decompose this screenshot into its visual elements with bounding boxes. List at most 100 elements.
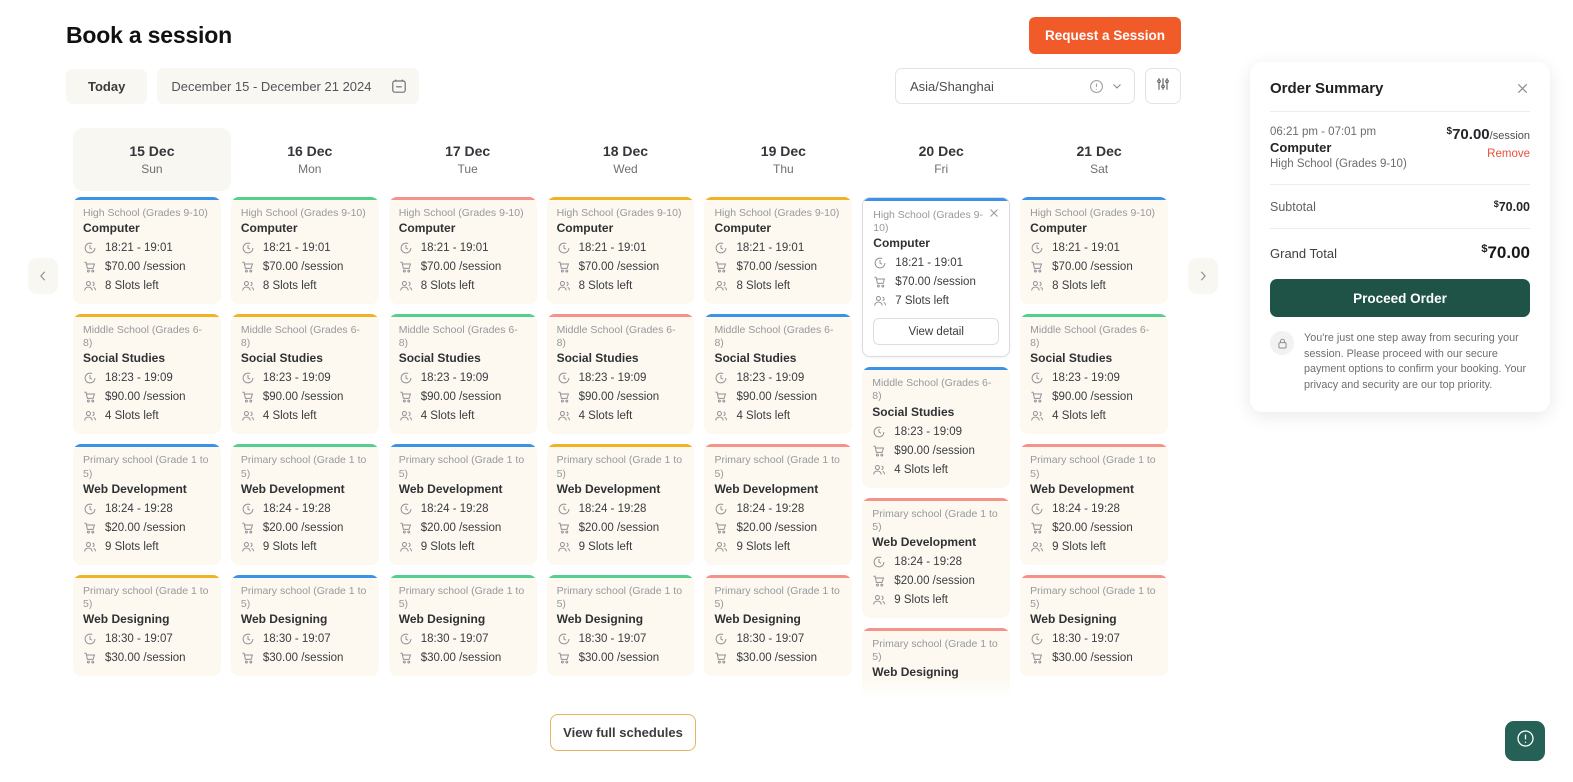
card-slots: 8 Slots left: [263, 280, 317, 292]
day-weekday: Sun: [141, 162, 162, 176]
timezone-select[interactable]: Asia/Shanghai: [895, 68, 1135, 104]
card-time-row: 18:24 - 19:28: [714, 502, 842, 516]
cart-icon: [241, 521, 255, 535]
card-accent-bar: [389, 197, 537, 200]
card-slots: 9 Slots left: [736, 541, 790, 553]
users-icon: [872, 463, 886, 477]
remove-item-link[interactable]: Remove: [1447, 148, 1530, 160]
request-session-button[interactable]: Request a Session: [1029, 17, 1181, 54]
clock-icon: [399, 502, 413, 516]
date-range-picker[interactable]: December 15 - December 21 2024: [157, 68, 419, 104]
session-card[interactable]: Primary school (Grade 1 to 5) Web Develop…: [73, 444, 221, 564]
card-slots: 4 Slots left: [736, 410, 790, 422]
day-header-7[interactable]: 21 DecSat: [1020, 128, 1178, 191]
card-price: $30.00 /session: [736, 652, 817, 664]
view-detail-button[interactable]: View detail: [873, 318, 999, 345]
help-button[interactable]: [1505, 721, 1545, 761]
card-grade: Primary school (Grade 1 to 5): [399, 454, 527, 480]
close-icon[interactable]: [1515, 81, 1530, 96]
cart-icon: [399, 260, 413, 274]
day-header-2[interactable]: 16 DecMon: [231, 128, 389, 191]
day-weekday: Thu: [773, 162, 794, 176]
card-slots: 9 Slots left: [421, 541, 475, 553]
session-card[interactable]: Middle School (Grades 6-8)Social Studies…: [704, 314, 852, 434]
card-accent-bar: [862, 498, 1010, 501]
session-card-selected[interactable]: High School (Grades 9-10)Computer18:21 -…: [862, 197, 1010, 357]
filter-button[interactable]: [1145, 68, 1181, 104]
card-grade: Middle School (Grades 6-8): [557, 324, 685, 350]
day-header-6[interactable]: 20 DecFri: [862, 128, 1020, 191]
card-price: $70.00 /session: [105, 261, 186, 273]
page-title: Book a session: [66, 22, 232, 49]
session-card[interactable]: High School (Grades 9-10)Computer18:21 -…: [1020, 197, 1168, 304]
day-header-1[interactable]: 15 DecSun: [73, 128, 231, 191]
today-button[interactable]: Today: [66, 69, 147, 104]
card-slots-row: 7 Slots left: [873, 294, 999, 308]
order-item-name: Computer: [1270, 140, 1407, 155]
card-price-row: $20.00 /session: [83, 521, 211, 535]
session-card[interactable]: Primary school (Grade 1 to 5)Web Develop…: [231, 444, 379, 564]
session-card[interactable]: Middle School (Grades 6-8)Social Studies…: [231, 314, 379, 434]
card-price-row: $30.00 /session: [241, 651, 369, 665]
session-card[interactable]: Middle School (Grades 6-8)Social Studies…: [862, 367, 1010, 487]
card-grade: Primary school (Grade 1 to 5): [241, 585, 369, 611]
card-grade: Primary school (Grade 1 to 5): [557, 585, 685, 611]
info-circle-icon: [1516, 729, 1535, 753]
session-card[interactable]: Primary school (Grade 1 to 5)Web Designi…: [1020, 575, 1168, 676]
session-card[interactable]: Primary school (Grade 1 to 5)Web Designi…: [862, 628, 1010, 696]
users-icon: [873, 294, 887, 308]
clock-icon: [714, 502, 728, 516]
session-card[interactable]: Middle School (Grades 6-8)Social Studies…: [73, 314, 221, 434]
secure-notice: You're just one step away from securing …: [1270, 331, 1530, 394]
chevron-down-icon[interactable]: [1110, 79, 1124, 93]
cart-icon: [399, 390, 413, 404]
day-header-4[interactable]: 18 DecWed: [547, 128, 705, 191]
session-card[interactable]: Primary school (Grade 1 to 5)Web Develop…: [1020, 444, 1168, 564]
session-card[interactable]: Primary school (Grade 1 to 5)Web Designi…: [73, 575, 221, 676]
prev-week-button[interactable]: [28, 258, 58, 294]
session-card[interactable]: Primary school (Grade 1 to 5)Web Develop…: [389, 444, 537, 564]
day-header-5[interactable]: 19 DecThu: [704, 128, 862, 191]
day-header-3[interactable]: 17 DecTue: [389, 128, 547, 191]
info-circle-icon[interactable]: [1089, 79, 1104, 94]
card-accent-bar: [862, 367, 1010, 370]
card-subject: Web Designing: [557, 612, 685, 626]
card-time-row: 18:21 - 19:01: [399, 241, 527, 255]
card-grade: High School (Grades 9-10): [83, 207, 211, 220]
card-subject: Web Development: [83, 482, 211, 496]
card-price: $70.00 /session: [895, 276, 976, 288]
card-time: 18:24 - 19:28: [421, 503, 489, 515]
clock-icon: [557, 632, 571, 646]
card-accent-bar: [704, 575, 852, 578]
card-grade: Primary school (Grade 1 to 5): [83, 454, 211, 480]
card-price: $90.00 /session: [1052, 391, 1133, 403]
session-card[interactable]: Primary school (Grade 1 to 5)Web Develop…: [704, 444, 852, 564]
session-card[interactable]: High School (Grades 9-10)Computer18:21 -…: [231, 197, 379, 304]
day-number: 18 Dec: [603, 143, 648, 159]
next-week-button[interactable]: [1188, 258, 1218, 294]
close-icon[interactable]: [987, 206, 1001, 220]
session-card[interactable]: High School (Grades 9-10)Computer18:21 -…: [73, 197, 221, 304]
clock-icon: [714, 371, 728, 385]
session-card[interactable]: Primary school (Grade 1 to 5)Web Designi…: [231, 575, 379, 676]
session-card[interactable]: High School (Grades 9-10)Computer18:21 -…: [389, 197, 537, 304]
session-card[interactable]: Middle School (Grades 6-8)Social Studies…: [547, 314, 695, 434]
session-card[interactable]: High School (Grades 9-10)Computer18:21 -…: [704, 197, 852, 304]
card-price: $20.00 /session: [736, 522, 817, 534]
session-card[interactable]: Primary school (Grade 1 to 5)Web Designi…: [547, 575, 695, 676]
session-card[interactable]: Middle School (Grades 6-8)Social Studies…: [1020, 314, 1168, 434]
session-card[interactable]: Primary school (Grade 1 to 5)Web Develop…: [547, 444, 695, 564]
proceed-order-button[interactable]: Proceed Order: [1270, 279, 1530, 317]
users-icon: [83, 540, 97, 554]
users-icon: [714, 279, 728, 293]
view-full-schedules-button[interactable]: View full schedules: [550, 714, 696, 751]
session-card[interactable]: Primary school (Grade 1 to 5)Web Develop…: [862, 498, 1010, 618]
weekly-calendar: 15 DecSun16 DecMon17 DecTue18 DecWed19 D…: [28, 128, 1218, 703]
session-card[interactable]: Primary school (Grade 1 to 5)Web Designi…: [389, 575, 537, 676]
session-card[interactable]: High School (Grades 9-10)Computer18:21 -…: [547, 197, 695, 304]
session-card[interactable]: Middle School (Grades 6-8)Social Studies…: [389, 314, 537, 434]
subtotal-row: Subtotal $70.00: [1270, 199, 1530, 214]
card-subject: Social Studies: [83, 351, 211, 365]
session-card[interactable]: Primary school (Grade 1 to 5)Web Designi…: [704, 575, 852, 676]
card-time: 18:30 - 19:07: [105, 633, 173, 645]
